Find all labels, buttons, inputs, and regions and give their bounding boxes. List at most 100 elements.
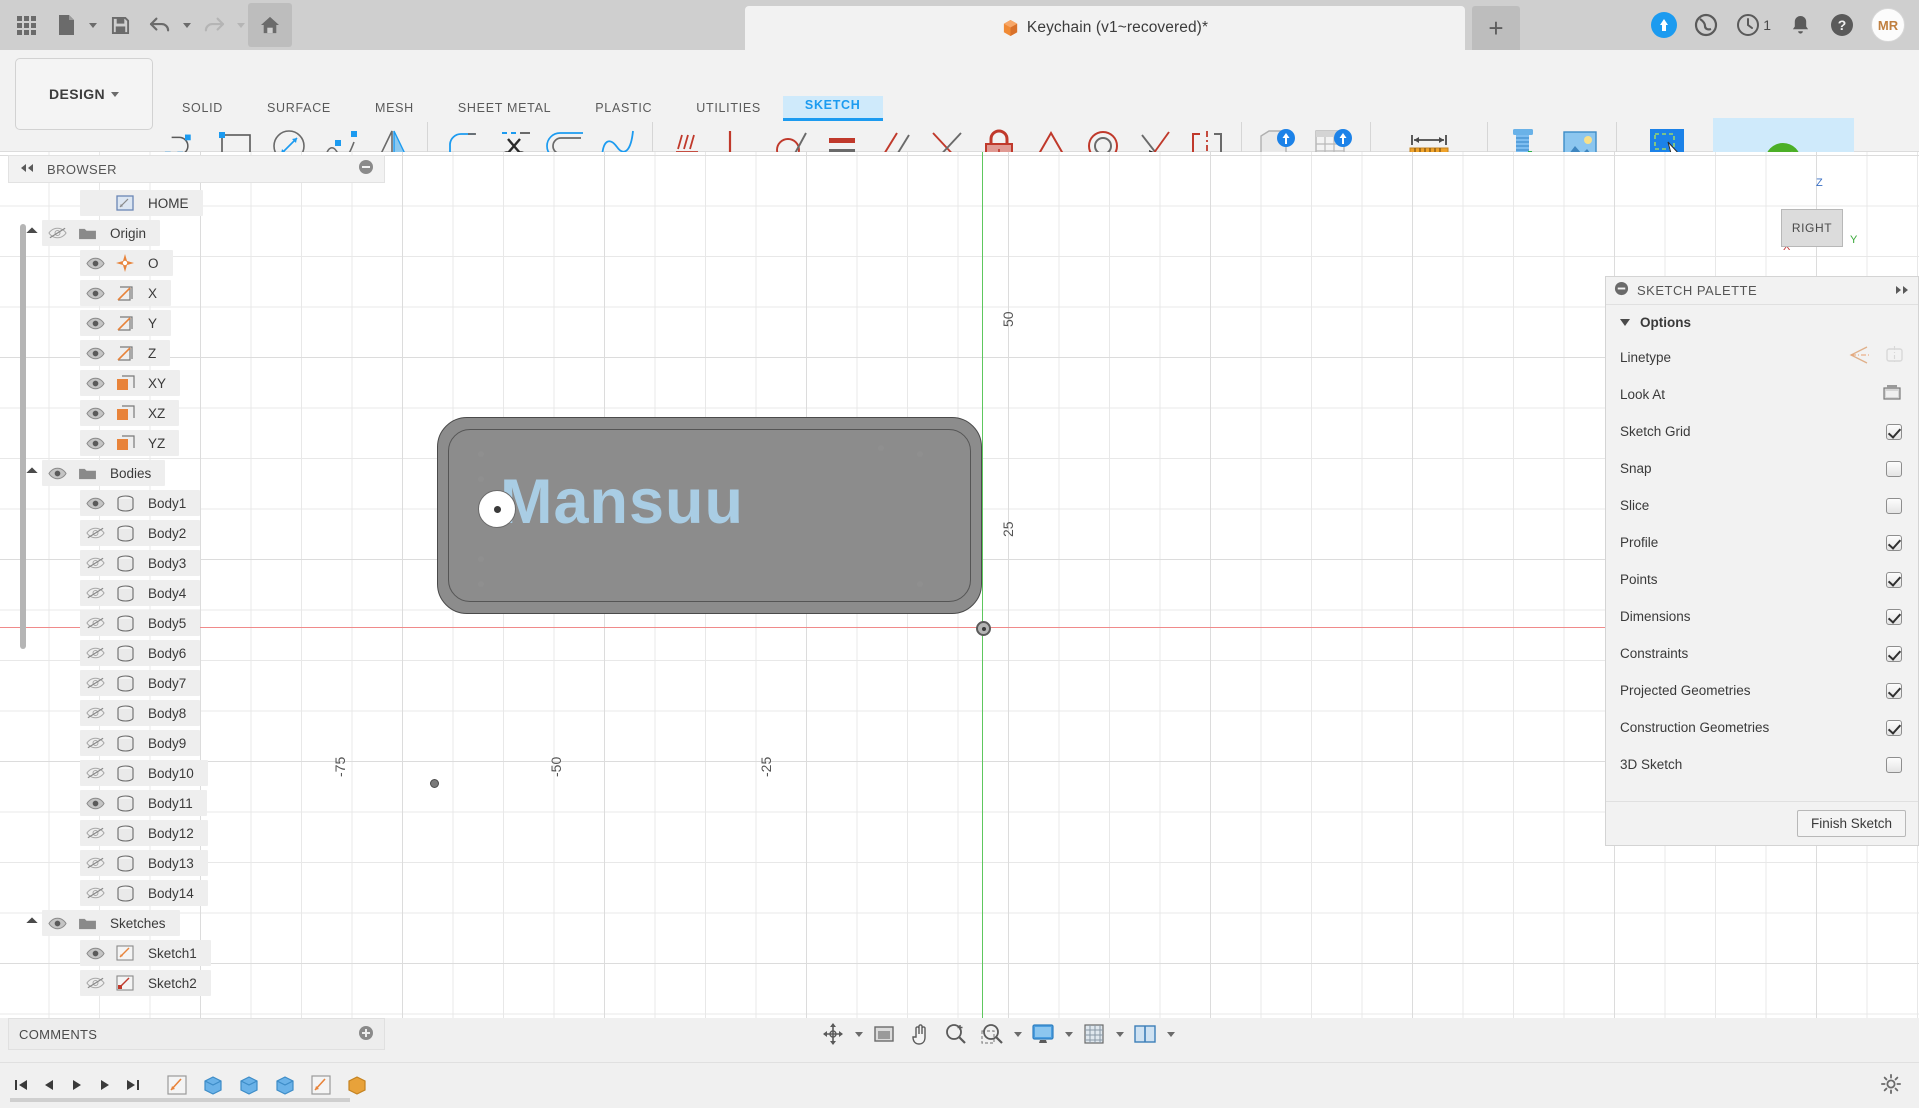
points-checkbox[interactable] (1886, 571, 1902, 588)
timeline-feature-sketch[interactable] (304, 1068, 338, 1102)
browser-node-body13[interactable]: Body13 (8, 848, 385, 878)
browser-node-body14[interactable]: Body14 (8, 878, 385, 908)
app-grid-icon[interactable] (6, 3, 46, 47)
visibility-toggle-hidden[interactable] (80, 526, 110, 540)
browser-node-body8[interactable]: Body8 (8, 698, 385, 728)
timeline-feature-sketch[interactable] (160, 1068, 194, 1102)
collapse-left-icon[interactable] (19, 160, 35, 178)
job-status[interactable]: 1 (1735, 12, 1771, 38)
keychain-body[interactable]: Mansuu (437, 417, 982, 614)
browser-node-bodies[interactable]: Bodies (8, 458, 385, 488)
browser-node-body1[interactable]: Body1 (8, 488, 385, 518)
play-icon[interactable] (64, 1069, 90, 1101)
browser-node-sketch2[interactable]: Sketch2 (8, 968, 385, 998)
expand-arrow-icon[interactable] (22, 467, 42, 479)
browser-node-xz[interactable]: XZ (8, 398, 385, 428)
redo-caret-icon[interactable] (234, 3, 248, 47)
browser-node-y[interactable]: Y (8, 308, 385, 338)
visibility-toggle-hidden[interactable] (80, 646, 110, 660)
workspace-selector[interactable]: DESIGN (15, 58, 153, 130)
zoom-window-icon[interactable] (975, 1018, 1009, 1050)
document-tab[interactable]: Keychain (v1~recovered)* (745, 6, 1465, 50)
visibility-toggle-visible[interactable] (42, 917, 72, 930)
timeline-track[interactable] (10, 1098, 350, 1102)
avatar[interactable]: MR (1871, 8, 1905, 42)
look-at-icon[interactable] (1882, 383, 1902, 406)
grid-snaps-icon[interactable] (1077, 1018, 1111, 1050)
visibility-toggle-visible[interactable] (80, 377, 110, 390)
clock-icon[interactable] (1735, 12, 1761, 38)
visibility-toggle-visible[interactable] (80, 287, 110, 300)
visibility-toggle-hidden[interactable] (80, 826, 110, 840)
browser-node-body6[interactable]: Body6 (8, 638, 385, 668)
viewports-icon[interactable] (1128, 1018, 1162, 1050)
expand-arrow-icon[interactable] (22, 227, 42, 239)
orbit-icon[interactable] (816, 1018, 850, 1050)
visibility-toggle-hidden[interactable] (80, 556, 110, 570)
undo-icon[interactable] (140, 3, 180, 47)
browser-node-body3[interactable]: Body3 (8, 548, 385, 578)
view-cube-face[interactable]: RIGHT (1781, 209, 1843, 247)
snap-checkbox[interactable] (1886, 460, 1902, 477)
browser-node-o[interactable]: O (8, 248, 385, 278)
browser-node-origin[interactable]: Origin (8, 218, 385, 248)
slice-checkbox[interactable] (1886, 497, 1902, 514)
new-tab-button[interactable]: + (1472, 6, 1520, 50)
visibility-toggle-visible[interactable] (42, 467, 72, 480)
timeline-feature-extrude[interactable] (232, 1068, 266, 1102)
viewports-caret-icon[interactable] (1164, 1018, 1177, 1050)
orbit-caret-icon[interactable] (852, 1018, 865, 1050)
sketch-point[interactable] (878, 445, 884, 451)
grid-snaps-caret-icon[interactable] (1113, 1018, 1126, 1050)
new-file-caret-icon[interactable] (86, 3, 100, 47)
sketch-point[interactable] (478, 556, 484, 562)
visibility-toggle-hidden[interactable] (80, 736, 110, 750)
comments-panel[interactable]: COMMENTS (8, 1018, 385, 1050)
zoom-icon[interactable] (939, 1018, 973, 1050)
visibility-toggle-hidden[interactable] (80, 766, 110, 780)
visibility-toggle-hidden[interactable] (42, 226, 72, 240)
home-icon[interactable] (248, 3, 292, 47)
zoom-window-caret-icon[interactable] (1011, 1018, 1024, 1050)
timeline-feature-extrude[interactable] (268, 1068, 302, 1102)
visibility-toggle-hidden[interactable] (80, 586, 110, 600)
bell-icon[interactable] (1787, 12, 1813, 38)
constraints-checkbox[interactable] (1886, 645, 1902, 662)
construction-geometries-checkbox[interactable] (1886, 719, 1902, 736)
sketch-palette-options-section[interactable]: Options (1606, 305, 1918, 339)
browser-node-body11[interactable]: Body11 (8, 788, 385, 818)
visibility-toggle-hidden[interactable] (80, 976, 110, 990)
go-to-end-icon[interactable] (120, 1069, 146, 1101)
save-icon[interactable] (100, 3, 140, 47)
browser-node-x[interactable]: X (8, 278, 385, 308)
sketch-grid-checkbox[interactable] (1886, 423, 1902, 440)
keychain-hole[interactable] (478, 490, 516, 528)
sketch-origin-point[interactable] (976, 621, 991, 636)
sketch-point[interactable] (478, 451, 484, 457)
browser-node-body5[interactable]: Body5 (8, 608, 385, 638)
browser-node-body2[interactable]: Body2 (8, 518, 385, 548)
step-forward-icon[interactable] (92, 1069, 118, 1101)
visibility-toggle-hidden[interactable] (80, 616, 110, 630)
go-to-start-icon[interactable] (8, 1069, 34, 1101)
expand-right-icon[interactable] (1894, 282, 1910, 300)
settings-gear-icon[interactable] (1881, 1074, 1901, 1099)
linetype-construction-icon[interactable] (1884, 345, 1906, 370)
sketch-point[interactable] (917, 451, 923, 457)
browser-node-z[interactable]: Z (8, 338, 385, 368)
3d-sketch-checkbox[interactable] (1886, 756, 1902, 773)
visibility-toggle-visible[interactable] (80, 407, 110, 420)
visibility-toggle-hidden[interactable] (80, 886, 110, 900)
minimize-icon[interactable] (1614, 281, 1629, 301)
visibility-toggle-visible[interactable] (80, 797, 110, 810)
visibility-toggle-visible[interactable] (80, 497, 110, 510)
step-back-icon[interactable] (36, 1069, 62, 1101)
sketch-endpoint-left[interactable] (430, 779, 439, 788)
browser-node-sketches[interactable]: Sketches (8, 908, 385, 938)
visibility-toggle-hidden[interactable] (80, 676, 110, 690)
projected-geometries-checkbox[interactable] (1886, 682, 1902, 699)
browser-node-xy[interactable]: XY (8, 368, 385, 398)
add-comment-icon[interactable] (358, 1025, 374, 1044)
profile-checkbox[interactable] (1886, 534, 1902, 551)
world-icon[interactable] (1693, 12, 1719, 38)
